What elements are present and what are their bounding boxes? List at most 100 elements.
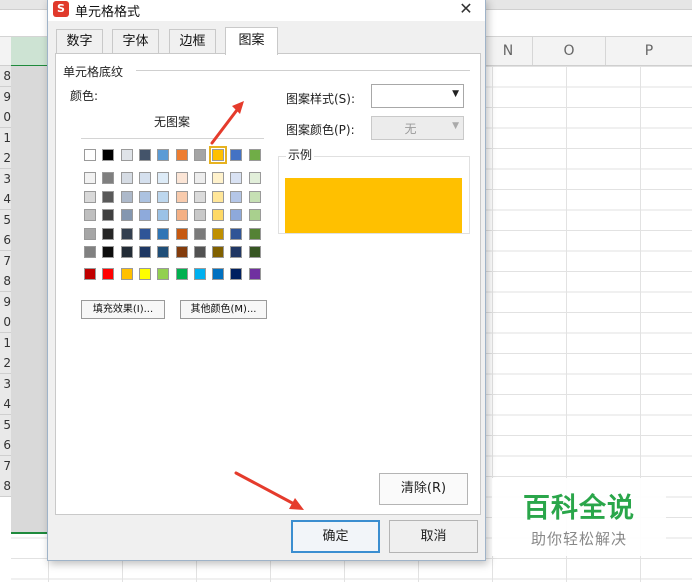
dialog-titlebar[interactable]: S 单元格格式 ✕: [48, 0, 485, 21]
color-swatch[interactable]: [102, 209, 115, 221]
color-swatch[interactable]: [84, 172, 96, 184]
row-header[interactable]: 2: [0, 353, 11, 374]
color-swatch[interactable]: [230, 190, 243, 203]
color-swatch[interactable]: [175, 227, 188, 240]
color-swatch[interactable]: [193, 227, 206, 240]
color-swatch[interactable]: [230, 172, 243, 184]
tab-font[interactable]: 字体: [112, 29, 159, 54]
clear-button[interactable]: 清除(R): [379, 473, 468, 505]
color-swatch[interactable]: [120, 227, 133, 240]
color-swatch[interactable]: [84, 227, 96, 240]
color-swatch[interactable]: [120, 172, 133, 184]
color-swatch[interactable]: [248, 172, 261, 184]
color-swatch[interactable]: [230, 246, 243, 258]
color-swatch[interactable]: [212, 190, 225, 203]
color-swatch[interactable]: [84, 268, 96, 280]
color-swatch[interactable]: [193, 172, 206, 184]
row-header[interactable]: 4: [0, 189, 11, 210]
color-swatch[interactable]: [230, 149, 243, 161]
row-header[interactable]: 4: [0, 394, 11, 415]
color-swatch[interactable]: [193, 149, 206, 161]
color-swatch[interactable]: [212, 172, 225, 184]
pattern-color-select[interactable]: 无 ▼: [371, 116, 464, 140]
color-swatch[interactable]: [157, 172, 170, 184]
row-header[interactable]: 8: [0, 476, 11, 497]
row-header[interactable]: 6: [0, 230, 11, 251]
pattern-style-select[interactable]: ▼: [371, 84, 464, 108]
row-header[interactable]: 8: [0, 271, 11, 292]
color-swatch[interactable]: [84, 149, 96, 161]
color-swatch[interactable]: [84, 209, 96, 221]
color-swatch[interactable]: [138, 268, 151, 280]
color-swatch[interactable]: [209, 146, 228, 164]
color-swatch[interactable]: [212, 246, 225, 258]
close-button[interactable]: ✕: [455, 0, 477, 20]
color-swatch[interactable]: [102, 149, 115, 161]
color-swatch[interactable]: [193, 209, 206, 221]
row-header[interactable]: 7: [0, 250, 11, 272]
row-header[interactable]: 1: [0, 332, 11, 354]
color-swatch[interactable]: [102, 190, 115, 203]
color-swatch[interactable]: [248, 227, 261, 240]
ok-button[interactable]: 确定: [291, 520, 380, 553]
color-swatch[interactable]: [175, 268, 188, 280]
color-swatch[interactable]: [157, 190, 170, 203]
selected-column-header[interactable]: I: [11, 37, 51, 67]
more-colors-button[interactable]: 其他颜色(M)...: [180, 300, 267, 319]
column-header-n[interactable]: N: [484, 37, 533, 65]
color-swatch[interactable]: [248, 246, 261, 258]
color-swatch[interactable]: [138, 209, 151, 221]
color-swatch[interactable]: [230, 268, 243, 280]
color-swatch[interactable]: [102, 172, 115, 184]
tab-pattern[interactable]: 图案: [225, 27, 278, 55]
color-swatch[interactable]: [175, 190, 188, 203]
color-swatch[interactable]: [175, 149, 188, 161]
color-swatch[interactable]: [193, 268, 206, 280]
color-swatch[interactable]: [212, 209, 225, 221]
color-swatch[interactable]: [157, 227, 170, 240]
color-swatch[interactable]: [120, 190, 133, 203]
row-header[interactable]: 8: [0, 66, 11, 87]
color-swatch[interactable]: [120, 209, 133, 221]
color-swatch[interactable]: [175, 209, 188, 221]
color-swatch[interactable]: [102, 246, 115, 258]
color-swatch[interactable]: [157, 209, 170, 221]
color-swatch[interactable]: [193, 190, 206, 203]
row-header[interactable]: 9: [0, 86, 11, 108]
color-swatch[interactable]: [84, 190, 96, 203]
tab-border[interactable]: 边框: [169, 29, 216, 54]
color-swatch[interactable]: [212, 227, 225, 240]
color-swatch[interactable]: [248, 190, 261, 203]
column-header-o[interactable]: O: [533, 37, 606, 65]
color-swatch[interactable]: [175, 172, 188, 184]
color-swatch[interactable]: [138, 172, 151, 184]
color-swatch[interactable]: [248, 209, 261, 221]
color-swatch[interactable]: [230, 227, 243, 240]
color-swatch[interactable]: [84, 246, 96, 258]
color-swatch[interactable]: [193, 246, 206, 258]
color-swatch[interactable]: [175, 246, 188, 258]
color-swatch[interactable]: [212, 268, 225, 280]
color-swatch[interactable]: [138, 227, 151, 240]
color-swatch[interactable]: [138, 149, 151, 161]
no-pattern-option[interactable]: 无图案: [146, 113, 198, 130]
color-swatch[interactable]: [120, 246, 133, 258]
row-header[interactable]: 7: [0, 455, 11, 477]
row-header[interactable]: 2: [0, 148, 11, 169]
row-header[interactable]: 1: [0, 127, 11, 149]
row-header[interactable]: 6: [0, 435, 11, 456]
row-header[interactable]: 5: [0, 414, 11, 436]
row-header[interactable]: 9: [0, 291, 11, 313]
column-header-p[interactable]: P: [606, 37, 692, 65]
row-header[interactable]: 0: [0, 107, 11, 128]
row-header[interactable]: 3: [0, 168, 11, 190]
color-swatch[interactable]: [120, 149, 133, 161]
selected-cell-range[interactable]: [11, 66, 52, 534]
color-swatch[interactable]: [157, 149, 170, 161]
color-swatch[interactable]: [157, 268, 170, 280]
color-swatch[interactable]: [138, 190, 151, 203]
color-swatch[interactable]: [248, 268, 261, 280]
color-swatch[interactable]: [102, 268, 115, 280]
color-swatch[interactable]: [102, 227, 115, 240]
color-swatch[interactable]: [120, 268, 133, 280]
